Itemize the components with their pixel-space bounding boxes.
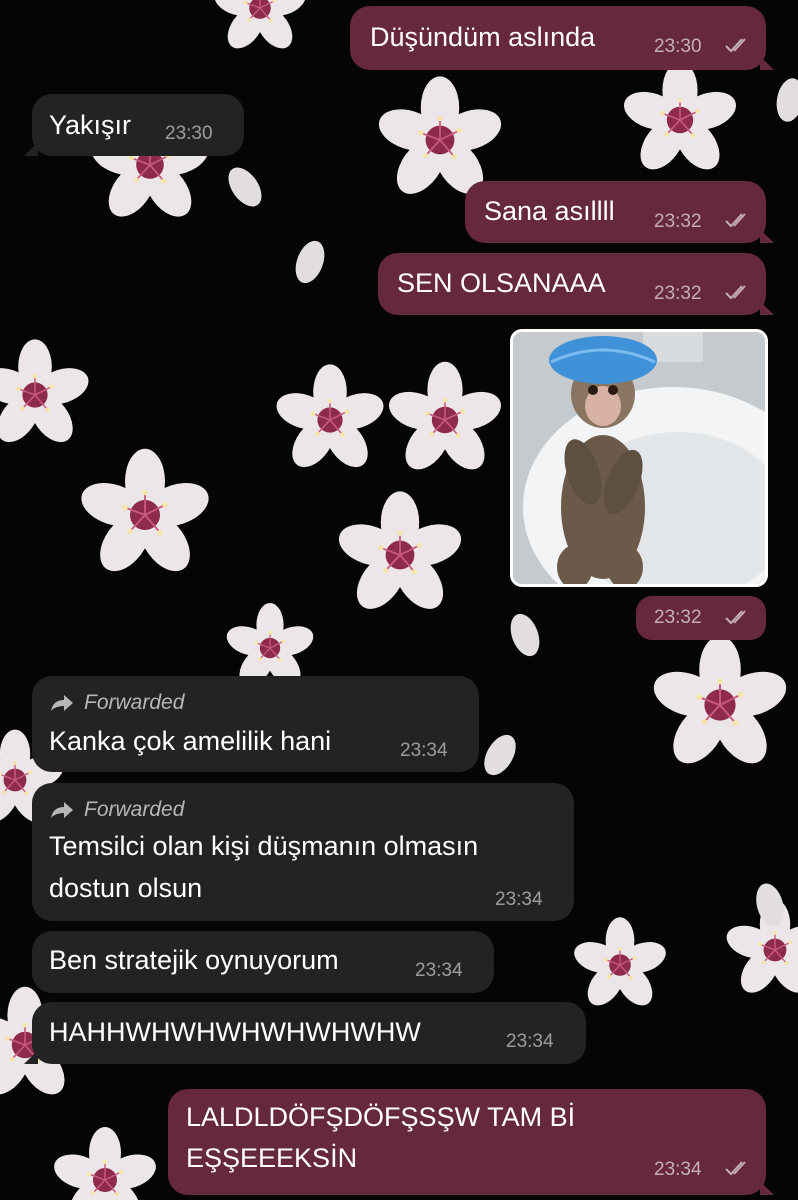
incoming-forwarded-message[interactable]: Forwarded Temsilci olan kişi düşmanın ol…: [32, 783, 574, 921]
message-text: HAHHWHWHWHWHWHWHW: [49, 1017, 421, 1047]
forwarded-label: Forwarded: [84, 691, 185, 714]
message-text-line2: EŞŞEEEKSİN: [186, 1143, 358, 1173]
message-time: 23:30: [165, 123, 213, 144]
double-check-icon: [725, 38, 746, 53]
outgoing-message[interactable]: Sana asıllll 23:32: [465, 181, 774, 243]
message-time: 23:34: [415, 960, 463, 981]
message-time: 23:34: [400, 740, 448, 761]
incoming-forwarded-message[interactable]: Forwarded Kanka çok amelilik hani 23:34: [32, 676, 479, 772]
outgoing-message[interactable]: Düşündüm aslında 23:30: [350, 6, 774, 70]
incoming-message[interactable]: Ben stratejik oynuyorum 23:34: [32, 931, 494, 993]
monkey-in-shower-cap-image: [513, 332, 765, 584]
double-check-icon: [725, 285, 746, 300]
message-text-line1: LALDLDÖFŞDÖFŞSŞW TAM Bİ: [186, 1102, 576, 1132]
media-timestamp: 23:32: [636, 596, 766, 640]
forwarded-label: Forwarded: [84, 798, 185, 821]
forward-arrow-icon: [51, 802, 73, 818]
double-check-icon: [725, 1161, 746, 1176]
message-time: 23:30: [654, 36, 702, 57]
message-time: 23:34: [495, 889, 543, 910]
message-time: 23:32: [654, 211, 702, 232]
outgoing-message[interactable]: LALDLDÖFŞDÖFŞSŞW TAM Bİ EŞŞEEEKSİN 23:34: [168, 1089, 774, 1195]
incoming-message[interactable]: Yakışır 23:30: [24, 94, 244, 156]
incoming-message[interactable]: HAHHWHWHWHWHWHWHW 23:34: [24, 1002, 586, 1064]
message-time: 23:32: [654, 607, 702, 628]
message-text: Kanka çok amelilik hani: [49, 726, 332, 756]
message-text: Yakışır: [49, 110, 132, 140]
double-check-icon: [725, 213, 746, 228]
double-check-icon: [725, 610, 746, 625]
message-text: Ben stratejik oynuyorum: [49, 945, 339, 975]
message-text: Düşündüm aslında: [370, 22, 596, 52]
message-text-line1: Temsilci olan kişi düşmanın olmasın: [49, 831, 479, 861]
outgoing-message[interactable]: SEN OLSANAAA 23:32: [378, 253, 774, 315]
message-time: 23:34: [654, 1159, 702, 1180]
monkey-photo[interactable]: [510, 329, 768, 587]
message-text: SEN OLSANAAA: [397, 268, 606, 298]
message-time: 23:32: [654, 283, 702, 304]
message-text: Sana asıllll: [484, 196, 615, 226]
forward-arrow-icon: [51, 695, 73, 711]
message-text-line2: dostun olsun: [49, 873, 203, 903]
message-time: 23:34: [506, 1031, 554, 1052]
